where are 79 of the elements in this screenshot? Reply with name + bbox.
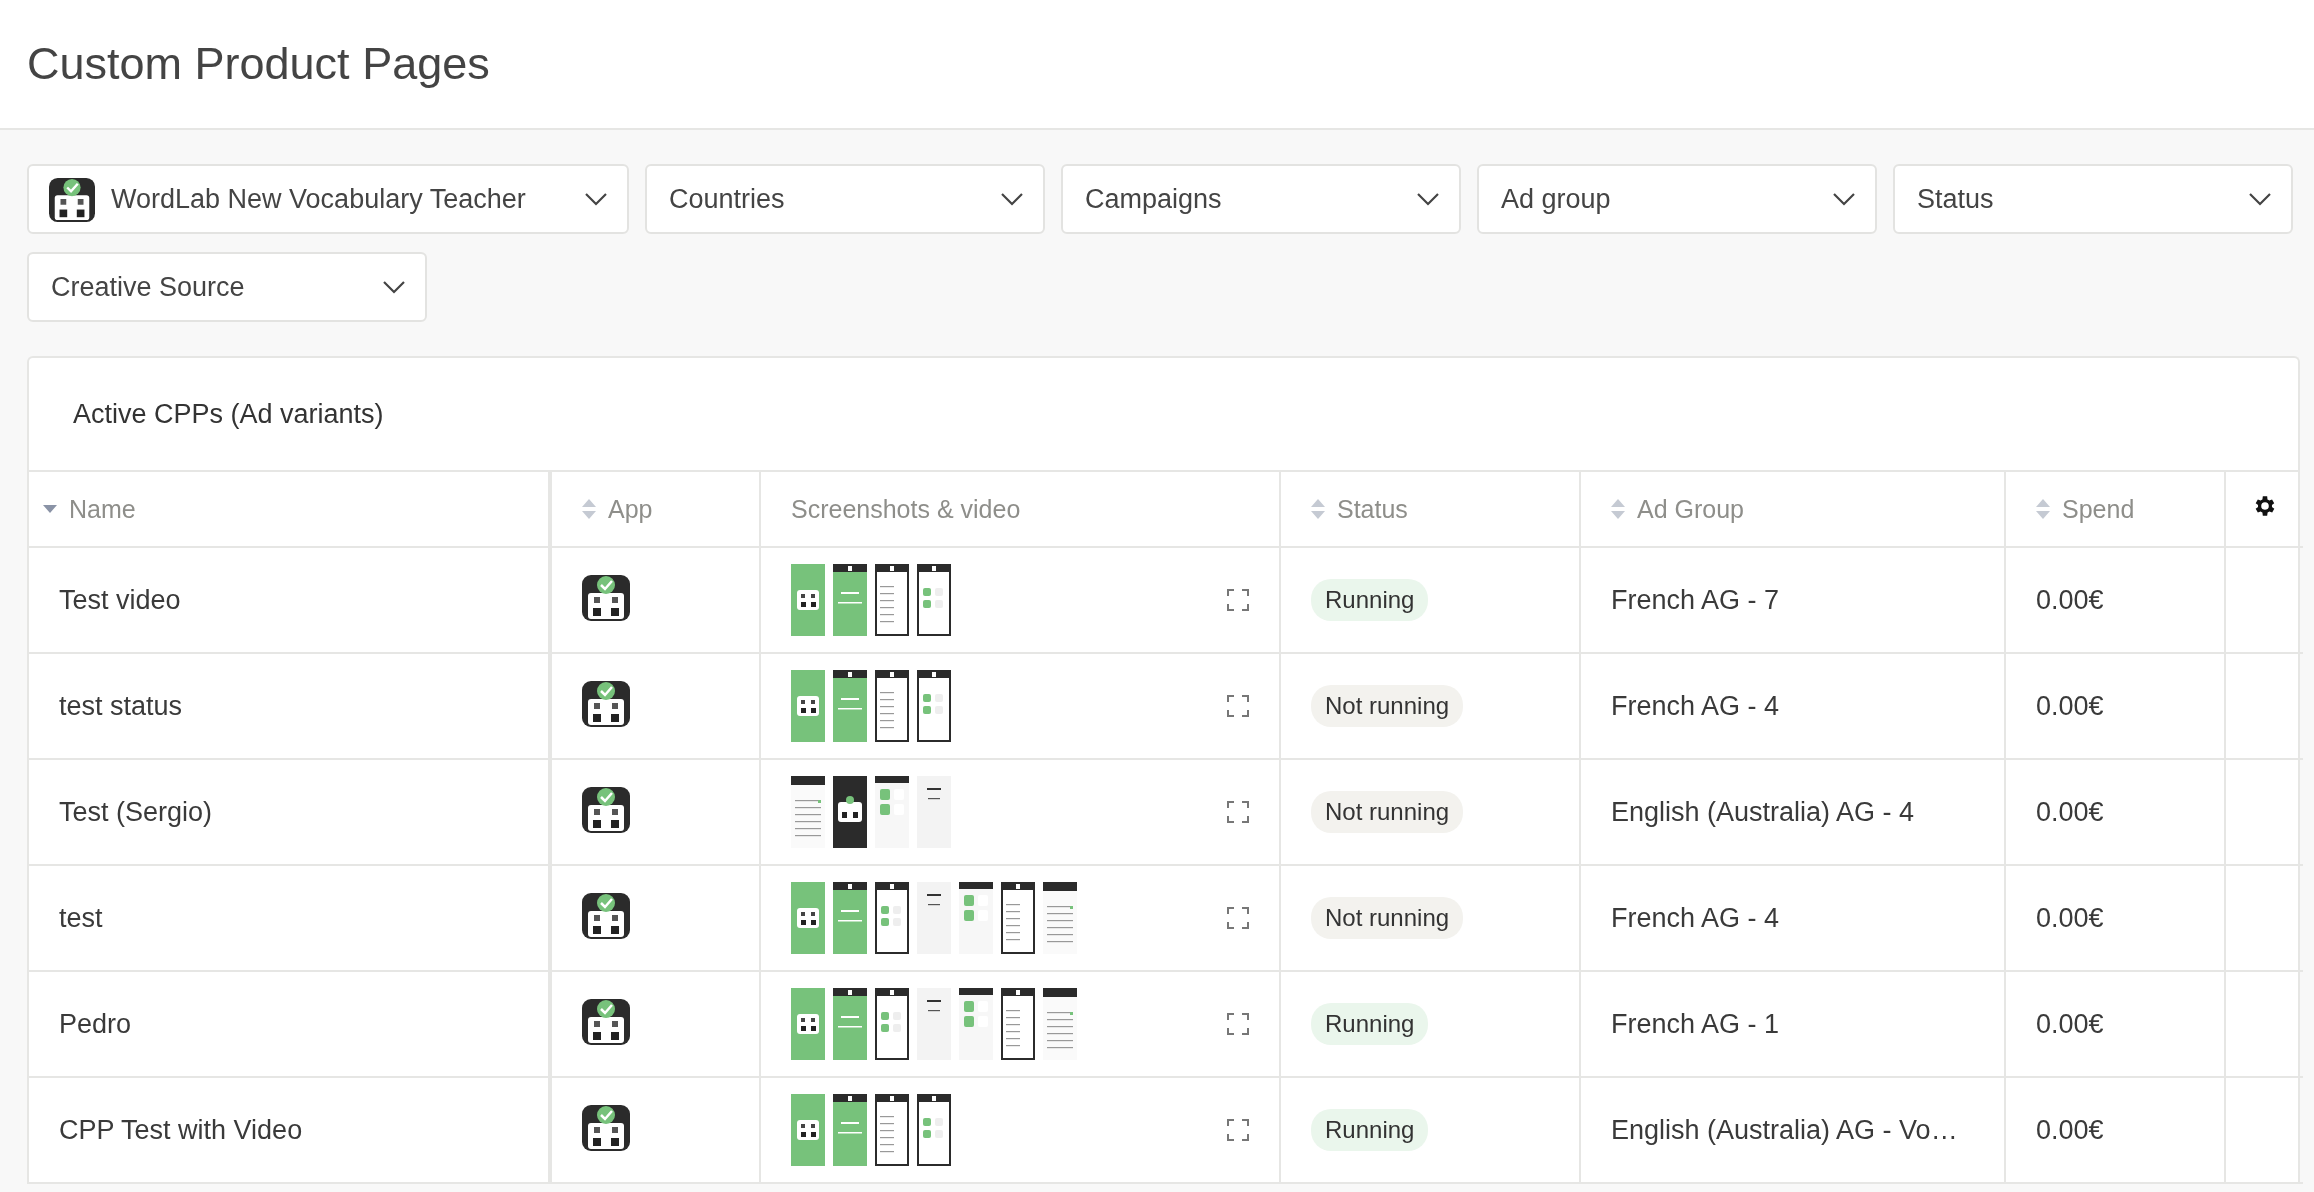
screenshot-thumbnail (959, 882, 993, 954)
ad-group-cell: French AG - 4 (1611, 690, 1780, 721)
status-badge: Not running (1311, 791, 1464, 833)
page-title: Custom Product Pages (27, 38, 490, 90)
screenshot-thumbnail (791, 670, 825, 742)
filter-dropdown[interactable]: Ad group (1477, 164, 1877, 234)
screenshot-thumbnail (917, 776, 951, 848)
spend-cell: 0.00€ (2036, 902, 2104, 933)
chevron-down-icon (1833, 192, 1855, 206)
status-badge: Running (1311, 579, 1429, 621)
name-cell: Test (Sergio) (59, 796, 213, 827)
expand-icon[interactable] (1227, 907, 1249, 929)
card-title: Active CPPs (Ad variants) (29, 358, 2298, 472)
screenshot-thumbnail (875, 564, 909, 636)
screenshot-thumbnail (1001, 882, 1035, 954)
screenshot-thumbnail (875, 1094, 909, 1166)
name-cell: Pedro (59, 1008, 132, 1039)
screenshot-thumbnail (791, 988, 825, 1060)
screenshot-thumbnail (917, 988, 951, 1060)
filter-dropdown[interactable]: Status (1893, 164, 2293, 234)
name-cell: CPP Test with Video (59, 1114, 303, 1145)
screenshot-thumbnail (875, 776, 909, 848)
sort-descending-icon[interactable] (43, 505, 57, 513)
app-icon (582, 784, 630, 833)
screenshot-thumbnail (917, 670, 951, 742)
screenshot-thumbnail (791, 882, 825, 954)
expand-icon[interactable] (1227, 1119, 1249, 1141)
chevron-down-icon (1417, 192, 1439, 206)
status-badge: Not running (1311, 685, 1464, 727)
filter-dropdown[interactable]: Campaigns (1061, 164, 1461, 234)
screenshot-thumbnail (875, 988, 909, 1060)
chevron-down-icon (383, 280, 405, 294)
screenshot-thumbnail (917, 564, 951, 636)
screenshot-thumbnail (833, 670, 867, 742)
app-icon (49, 176, 95, 222)
screenshot-thumbnail (833, 988, 867, 1060)
screenshot-thumbnail (1001, 988, 1035, 1060)
screenshot-thumbnail (875, 882, 909, 954)
app-icon (582, 890, 630, 939)
chevron-down-icon (1001, 192, 1023, 206)
app-icon (582, 678, 630, 727)
ad-group-cell: French AG - 1 (1611, 1008, 1780, 1039)
screenshot-thumbnail (791, 564, 825, 636)
screenshot-thumbnail (917, 1094, 951, 1166)
expand-icon[interactable] (1227, 589, 1249, 611)
expand-icon[interactable] (1227, 801, 1249, 823)
spend-cell: 0.00€ (2036, 690, 2104, 721)
ad-group-cell: French AG - 4 (1611, 902, 1780, 933)
spend-cell: 0.00€ (2036, 1008, 2104, 1039)
screenshot-thumbnail (959, 988, 993, 1060)
chevron-down-icon (2249, 192, 2271, 206)
name-cell: Test video (59, 584, 181, 615)
spend-cell: 0.00€ (2036, 796, 2104, 827)
screenshot-thumbnail (833, 882, 867, 954)
ad-group-cell: English (Australia) AG - 4 (1611, 796, 1915, 827)
status-badge: Running (1311, 1109, 1429, 1151)
screenshot-thumbnail (833, 776, 867, 848)
screenshot-thumbnail (791, 1094, 825, 1166)
spend-cell: 0.00€ (2036, 1114, 2104, 1145)
ad-group-cell: English (Australia) AG - Vo… (1611, 1114, 1958, 1145)
spend-cell: 0.00€ (2036, 584, 2104, 615)
filter-dropdown[interactable]: WordLab New Vocabulary Teacher (27, 164, 629, 234)
screenshot-thumbnail (917, 882, 951, 954)
screenshot-thumbnail (833, 1094, 867, 1166)
expand-icon[interactable] (1227, 1013, 1249, 1035)
screenshot-thumbnail (875, 670, 909, 742)
chevron-down-icon (585, 192, 607, 206)
status-badge: Running (1311, 1003, 1429, 1045)
status-badge: Not running (1311, 897, 1464, 939)
app-icon (582, 572, 630, 621)
app-icon (582, 996, 630, 1045)
name-cell: test status (59, 690, 183, 721)
name-cell: test (59, 902, 103, 933)
screenshot-thumbnail (833, 564, 867, 636)
ad-group-cell: French AG - 7 (1611, 584, 1780, 615)
app-icon (582, 1102, 630, 1151)
expand-icon[interactable] (1227, 695, 1249, 717)
filter-dropdown[interactable]: Creative Source (27, 252, 427, 322)
filter-dropdown[interactable]: Countries (645, 164, 1045, 234)
